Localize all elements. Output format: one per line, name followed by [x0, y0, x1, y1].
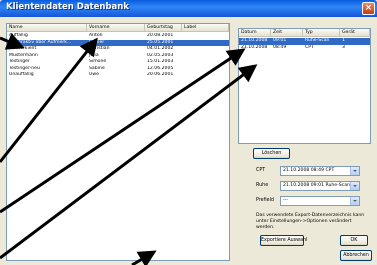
cpt-select-value: 21.10.2008 08:49 CPT: [283, 168, 335, 173]
window-title: Klientendaten Datenbank: [6, 2, 129, 12]
prefield-select[interactable]: ---: [280, 196, 360, 206]
client-list-header: Name Vorname Geburtstag Label: [7, 24, 229, 32]
session-cell-typ: CPT: [305, 44, 314, 50]
session-column-header[interactable]: Gerät: [340, 29, 370, 37]
chevron-down-icon[interactable]: [350, 182, 359, 190]
close-button[interactable]: ×: [362, 2, 375, 15]
ruhe-select[interactable]: 21.10.2008 09:01 Ruhe-Scan: [280, 181, 360, 191]
prefield-label: Prefield: [256, 198, 274, 203]
delete-button[interactable]: Löschen: [253, 148, 290, 159]
ruhe-label: Ruhe: [256, 183, 269, 188]
client-database-window: Klientendaten Datenbank × Name Vorname Geb…: [0, 0, 377, 265]
ok-button[interactable]: OK: [340, 235, 368, 246]
client-row[interactable]: Unauffällig Uwe 20.06.2001: [7, 72, 229, 79]
session-list[interactable]: Datum Zeit Typ Gerät 21.10.2008 09:01 Ruhe-Sc…: [238, 28, 371, 144]
client-column-header[interactable]: Geburtstag: [145, 24, 182, 32]
prefield-select-value: ---: [283, 198, 288, 203]
export-selection-button[interactable]: Exportiere Auswahl: [260, 235, 307, 246]
client-cell-vorname: Uwe: [89, 72, 99, 77]
cancel-button[interactable]: Abbrechen: [340, 250, 372, 261]
session-row[interactable]: 21.10.2008 08:49 CPT 3: [239, 45, 370, 52]
cpt-label: CPT: [256, 168, 266, 173]
session-cell-datum: 21.10.2008: [241, 44, 268, 50]
session-column-header[interactable]: Zeit: [271, 29, 303, 37]
session-column-header[interactable]: Datum: [239, 29, 271, 37]
client-column-header[interactable]: Label: [182, 24, 229, 32]
session-list-header: Datum Zeit Typ Gerät: [239, 29, 370, 37]
client-cell-name: Unauffällig: [9, 72, 34, 77]
ruhe-select-value: 21.10.2008 09:01 Ruhe-Scan: [283, 183, 350, 188]
chevron-down-icon[interactable]: [350, 167, 359, 175]
client-list[interactable]: Name Vorname Geburtstag Label Auffällig Anto…: [6, 23, 230, 261]
session-column-header[interactable]: Typ: [303, 29, 340, 37]
chevron-down-icon[interactable]: [350, 197, 359, 205]
cpt-select[interactable]: 21.10.2008 08:49 CPT: [280, 166, 360, 176]
client-column-header[interactable]: Vorname: [87, 24, 145, 32]
session-cell-zeit: 08:49: [273, 44, 287, 50]
export-info-text: Das verwendete Export-Datenverzeichnis k…: [256, 213, 365, 230]
session-cell-geraet: 3: [342, 44, 345, 50]
client-column-header[interactable]: Name: [7, 24, 87, 32]
client-cell-geburtstag: 20.06.2001: [147, 72, 174, 77]
client-cell-label: [182, 72, 229, 79]
title-bar[interactable]: Klientendaten Datenbank ×: [0, 0, 377, 17]
